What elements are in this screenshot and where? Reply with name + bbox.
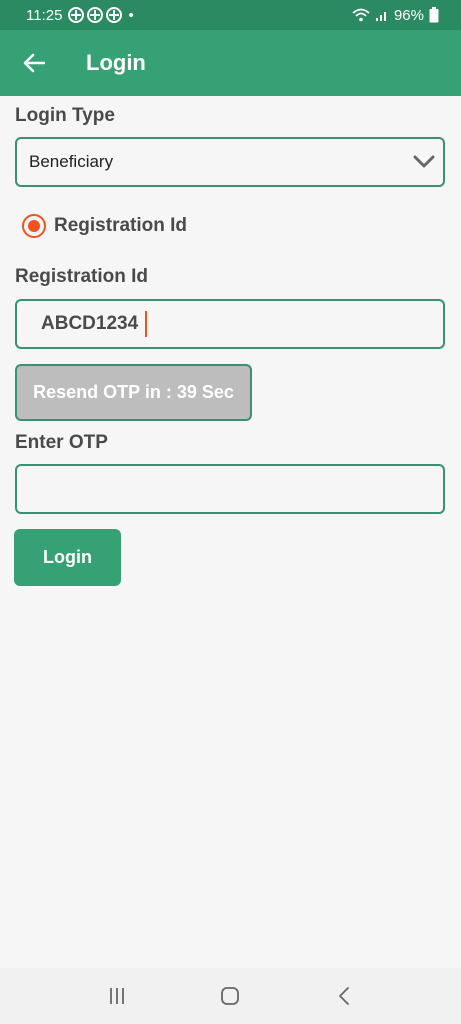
notification-app-icon [106, 7, 123, 23]
registration-id-input[interactable]: ABCD1234 [15, 299, 445, 349]
page-title: Login [86, 50, 146, 75]
resend-otp-button[interactable]: Resend OTP in : 39 Sec [15, 364, 252, 421]
home-icon [221, 987, 240, 1005]
nav-back-button[interactable] [324, 976, 364, 1016]
otp-label: Enter OTP [15, 432, 108, 453]
arrow-left-icon [23, 53, 45, 73]
registration-id-label: Registration Id [15, 266, 149, 287]
radio-selected-dot [28, 220, 40, 232]
recent-apps-icon [109, 988, 124, 1004]
status-time: 11:25 [26, 6, 63, 24]
radio-button[interactable] [22, 214, 46, 238]
registration-id-value: ABCD1234 [41, 313, 139, 334]
text-cursor [145, 311, 148, 337]
notification-app-icon [87, 7, 104, 23]
radio-label: Registration Id [54, 215, 188, 236]
login-type-label: Login Type [15, 105, 115, 126]
notification-app-icon [68, 7, 85, 23]
status-bar: 11:25 • 96% [0, 0, 461, 30]
chevron-down-icon [413, 155, 435, 168]
back-button[interactable] [12, 41, 56, 85]
battery-icon [429, 7, 439, 23]
system-nav-bar [0, 968, 461, 1024]
notification-icons [68, 7, 123, 23]
battery-percent: 96% [393, 6, 424, 24]
status-dot: • [128, 6, 134, 24]
signal-icon [375, 12, 386, 21]
otp-input[interactable] [15, 464, 445, 514]
wifi-icon [352, 8, 370, 22]
status-right: 96% [352, 7, 439, 24]
registration-id-radio[interactable]: Registration Id [22, 214, 187, 238]
recent-apps-button[interactable] [97, 976, 137, 1016]
login-type-value: Beneficiary [29, 152, 114, 171]
login-button[interactable]: Login [14, 529, 121, 586]
back-icon [339, 987, 350, 1005]
status-left: 11:25 • [26, 7, 134, 24]
app-bar: Login [0, 30, 461, 96]
login-type-select[interactable]: Beneficiary [15, 137, 445, 187]
home-button[interactable] [210, 976, 250, 1016]
